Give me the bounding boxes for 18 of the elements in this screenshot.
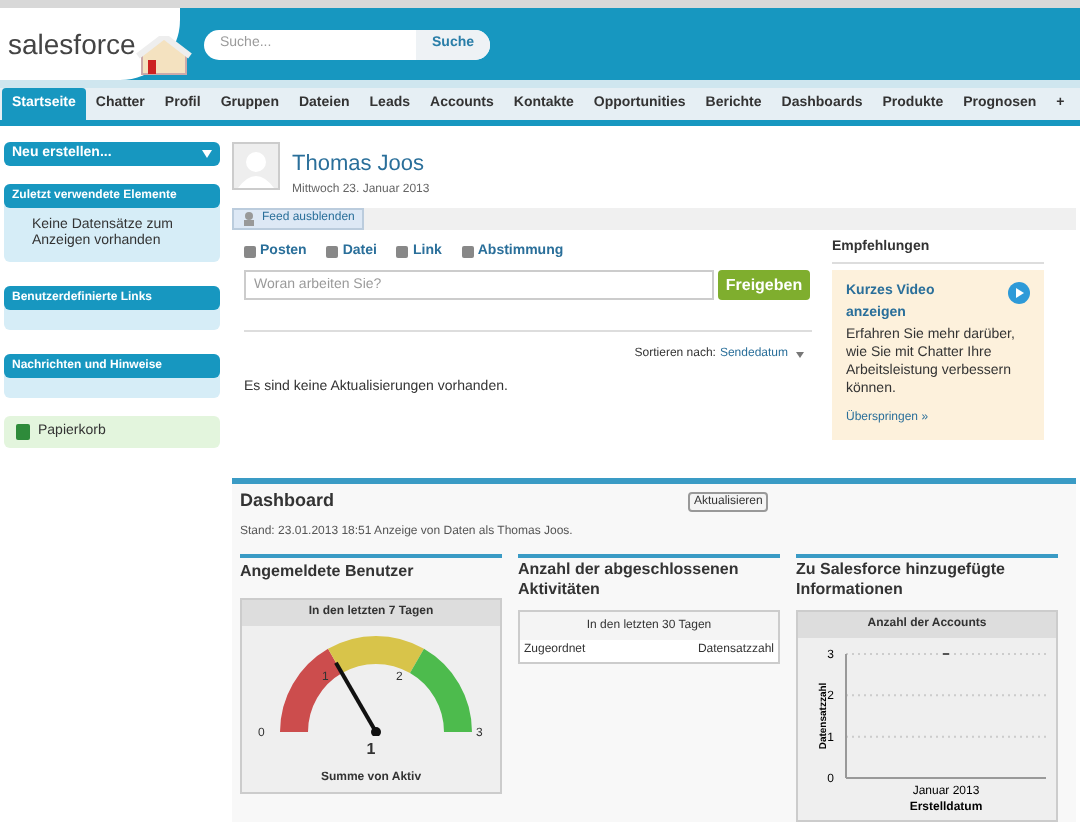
gauge-value: 1: [364, 737, 378, 761]
y-axis: [845, 652, 847, 778]
action-icon: [396, 245, 409, 258]
component-title: Anzahl der abgeschlossenen Aktivitäten: [518, 557, 741, 601]
house-icon: [136, 36, 192, 76]
play-icon: [1008, 282, 1030, 304]
action-icon: [461, 245, 474, 258]
component-title: Angemeldete Benutzer: [240, 559, 416, 584]
trash-icon: [16, 424, 30, 440]
caret-icon: [202, 150, 212, 158]
dashboard-title: Dashboard: [240, 488, 337, 514]
action-icon: [244, 245, 256, 258]
profile-name[interactable]: Thomas Joos: [292, 148, 430, 181]
person-icon: [242, 211, 256, 225]
logo: salesforce: [8, 25, 136, 63]
component-title: Zu Salesforce hinzugefügte Informationen: [796, 557, 1007, 601]
action-icon: [326, 245, 339, 258]
caret-icon: [796, 352, 804, 358]
